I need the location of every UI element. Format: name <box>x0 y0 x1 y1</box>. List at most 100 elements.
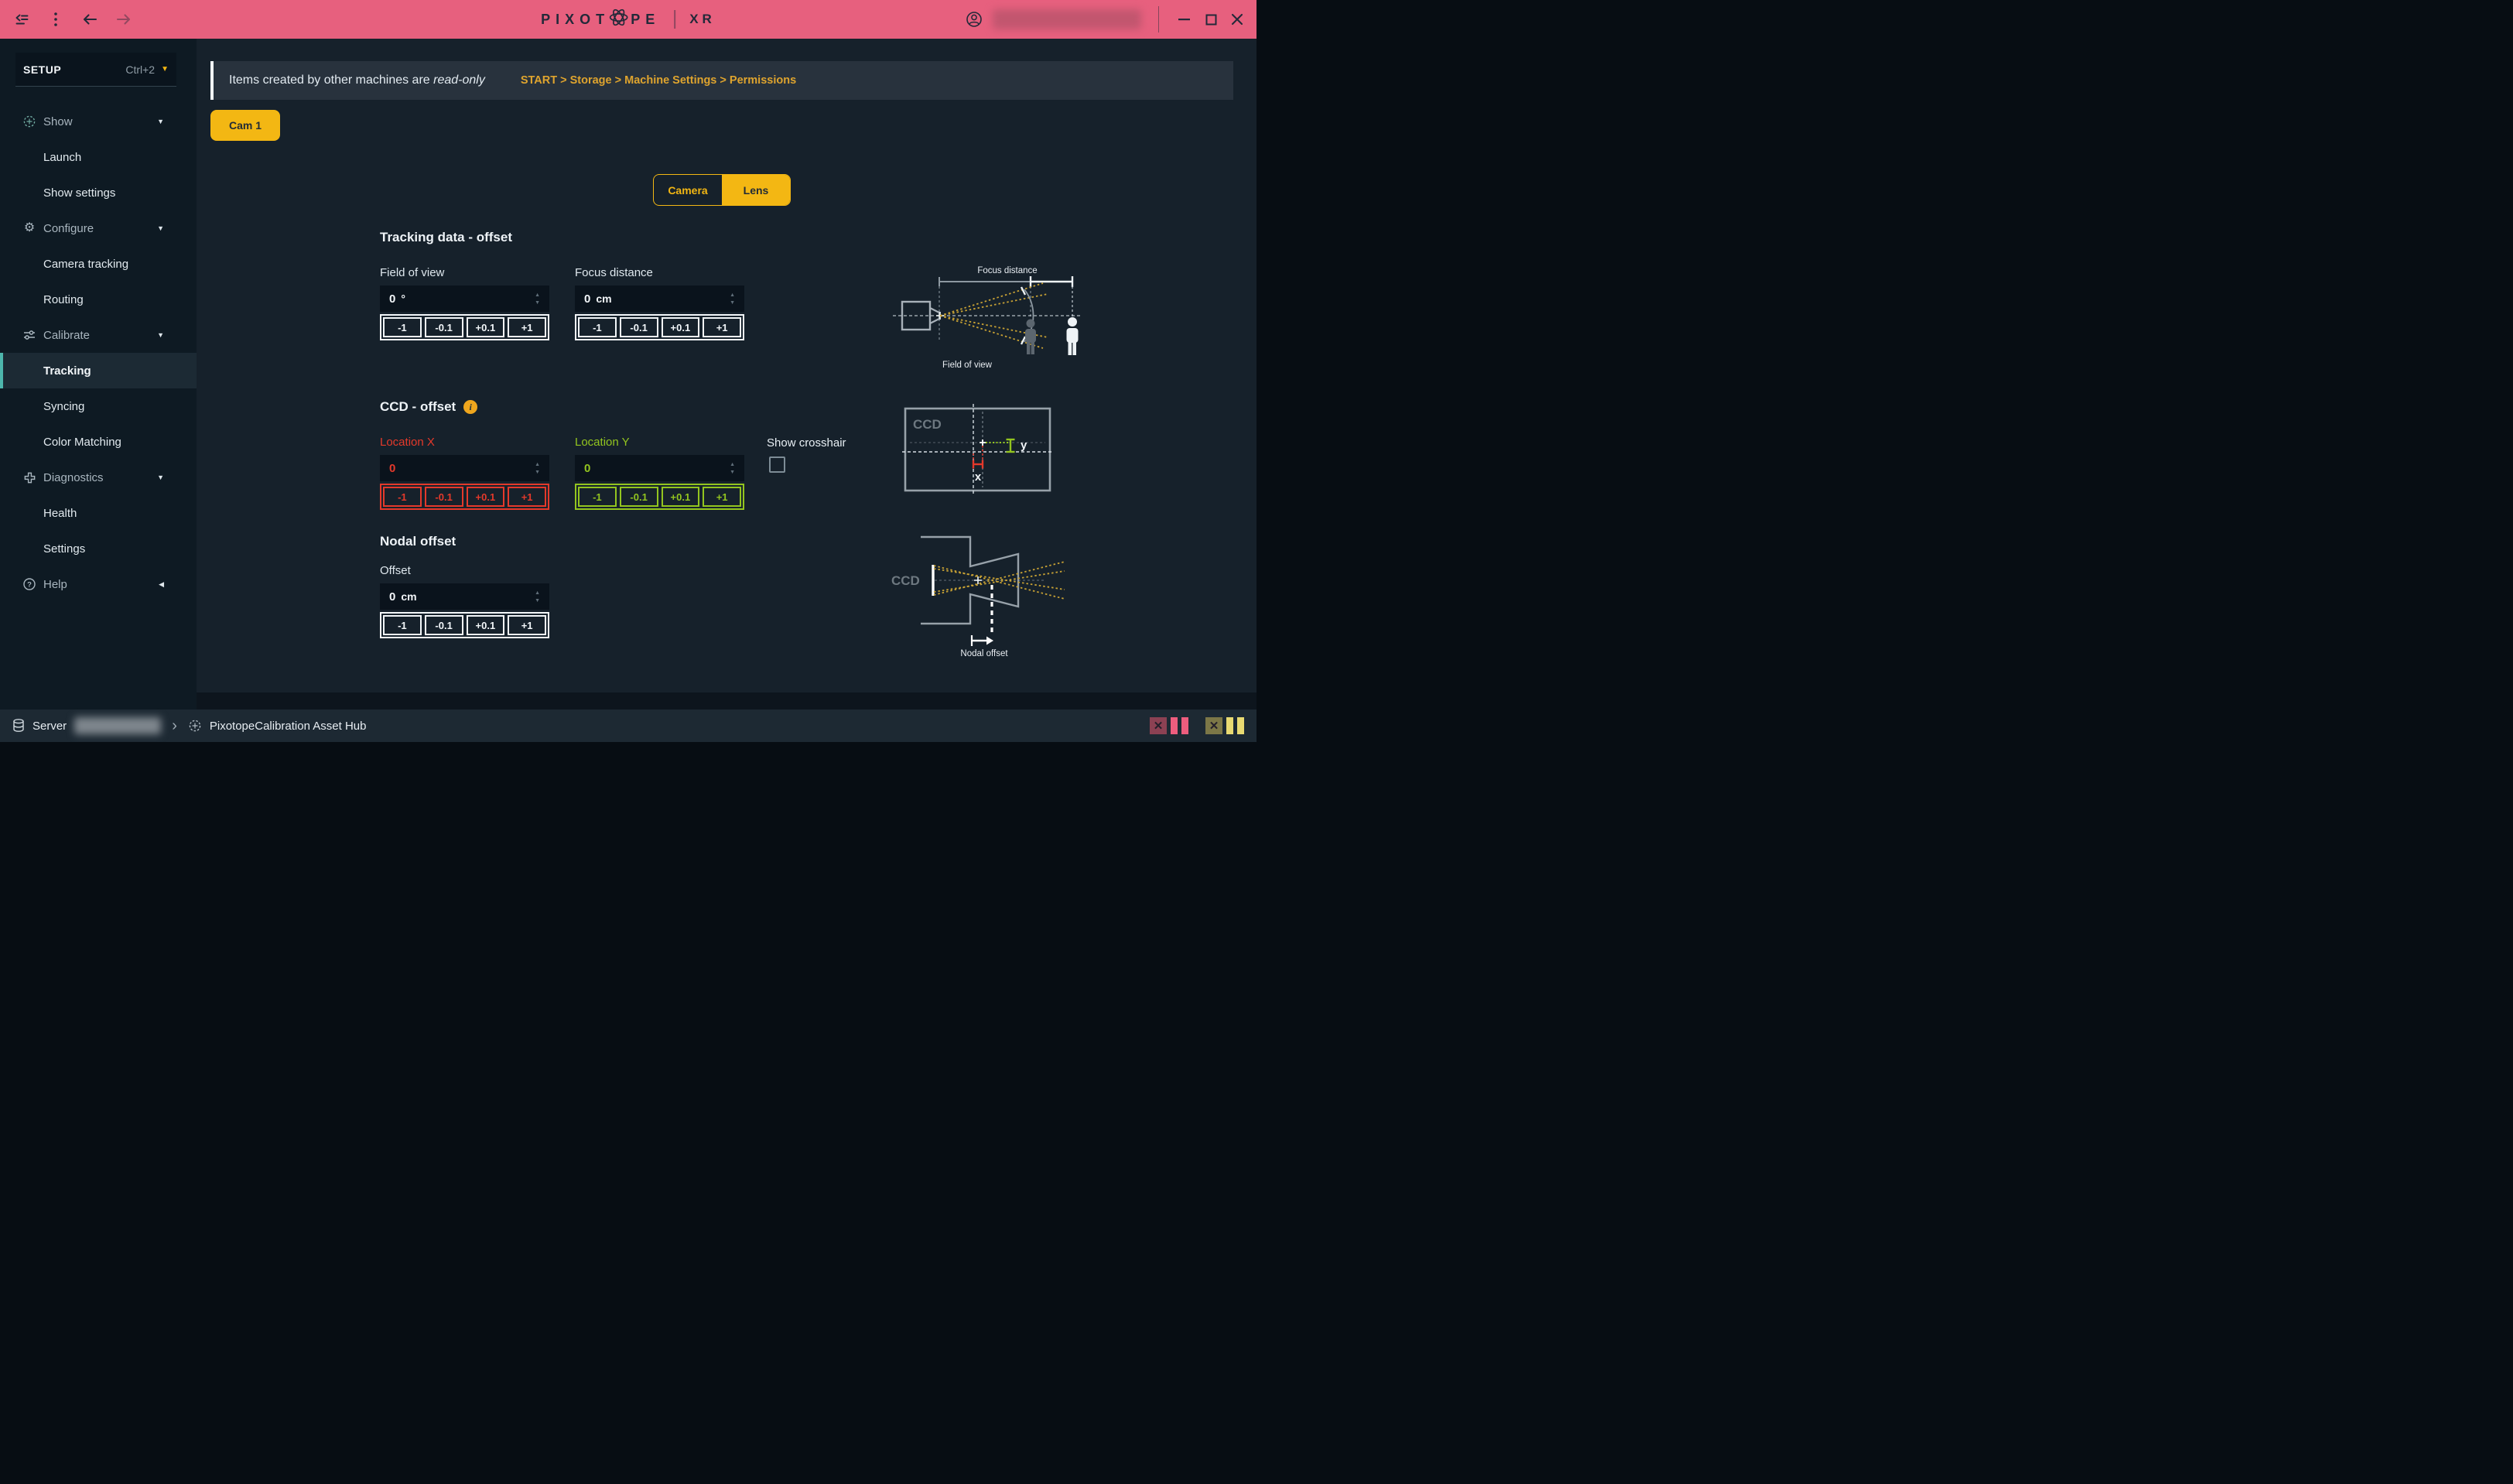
plus-0_1-button[interactable]: +0.1 <box>662 317 700 337</box>
field-label: Offset <box>380 564 549 577</box>
pause-bar-pink[interactable] <box>1181 717 1188 734</box>
close-button[interactable] <box>1229 11 1246 28</box>
nodal-offset-input[interactable]: 0 cm ▲▼ <box>380 583 549 610</box>
sidebar-item-diagnostics[interactable]: Diagnostics ▼ <box>0 460 197 495</box>
minimize-button[interactable] <box>1176 11 1193 28</box>
sidebar-item-label: Configure <box>43 222 94 235</box>
plus-1-button[interactable]: +1 <box>508 317 546 337</box>
forward-icon[interactable] <box>115 10 133 29</box>
user-account-icon[interactable] <box>965 10 983 29</box>
asset-hub-icon <box>188 719 202 733</box>
asset-hub-label[interactable]: PixotopeCalibration Asset Hub <box>210 720 367 733</box>
pause-bar-yellow[interactable] <box>1226 717 1233 734</box>
spinner-arrows[interactable]: ▲▼ <box>535 462 540 475</box>
plus-1-button[interactable]: +1 <box>508 487 546 507</box>
toggle-lens[interactable]: Lens <box>722 175 790 205</box>
plus-0_1-button[interactable]: +0.1 <box>467 487 505 507</box>
sidebar-item-show[interactable]: Show ▼ <box>0 104 197 139</box>
minus-1-button[interactable]: -1 <box>578 487 617 507</box>
spinner-arrows[interactable]: ▲▼ <box>535 590 540 604</box>
input-value: 0 <box>389 292 395 306</box>
chevron-down-icon: ▼ <box>157 118 164 125</box>
minus-0_1-button[interactable]: -0.1 <box>425 487 463 507</box>
mode-selector[interactable]: SETUP Ctrl+2 ▼ <box>15 53 176 87</box>
fov-diagram: Focus distance <box>891 263 1083 371</box>
logo-text-right: PE <box>631 12 660 28</box>
server-label: Server <box>32 720 67 733</box>
pause-bar-yellow[interactable] <box>1237 717 1244 734</box>
chevron-left-icon: ◀ <box>159 580 164 589</box>
ccd-label: CCD <box>913 417 942 432</box>
spinner-arrows[interactable]: ▲▼ <box>730 292 735 306</box>
sidebar-item-label: Routing <box>43 293 84 306</box>
sidebar-item-settings[interactable]: Settings <box>0 531 197 566</box>
plus-1-button[interactable]: +1 <box>703 317 741 337</box>
y-measure <box>1007 439 1015 452</box>
collapse-sidebar-icon[interactable] <box>12 10 31 29</box>
sidebar-item-label: Calibrate <box>43 329 90 342</box>
ccd-label: CCD <box>891 573 920 588</box>
pixotope-atom-icon <box>608 7 629 32</box>
stepper-row: -1 -0.1 +0.1 +1 <box>575 314 744 340</box>
info-icon[interactable]: i <box>463 400 477 414</box>
sidebar-item-tracking[interactable]: Tracking <box>0 353 197 388</box>
focus-distance-input[interactable]: 0 cm ▲▼ <box>575 286 744 312</box>
sidebar-item-camera-tracking[interactable]: Camera tracking <box>0 246 197 282</box>
stop-icon-yellow[interactable]: ✕ <box>1205 717 1222 734</box>
titlebar-divider <box>1158 6 1159 32</box>
spinner-arrows[interactable]: ▲▼ <box>535 292 540 306</box>
minus-1-button[interactable]: -1 <box>383 487 422 507</box>
show-crosshair-checkbox[interactable] <box>769 456 785 473</box>
location-y-input[interactable]: 0 ▲▼ <box>575 455 744 481</box>
user-email-redacted <box>993 9 1141 29</box>
sidebar-item-show-settings[interactable]: Show settings <box>0 175 197 210</box>
sidebar: SETUP Ctrl+2 ▼ Show ▼ Launch Show settin… <box>0 39 197 710</box>
minus-0_1-button[interactable]: -0.1 <box>620 317 658 337</box>
field-of-view-input[interactable]: 0 ° ▲▼ <box>380 286 549 312</box>
camera-lens-toggle: Camera Lens <box>653 174 791 206</box>
help-icon: ? <box>22 577 37 591</box>
sidebar-item-health[interactable]: Health <box>0 495 197 531</box>
sidebar-item-label: Color Matching <box>43 436 121 449</box>
back-icon[interactable] <box>80 10 99 29</box>
plus-1-button[interactable]: +1 <box>703 487 741 507</box>
focus-distance-group: Focus distance 0 cm ▲▼ -1 -0.1 +0.1 +1 <box>575 266 744 340</box>
cam1-tab[interactable]: Cam 1 <box>210 110 280 141</box>
focus-distance-label: Focus distance <box>977 266 1037 275</box>
minus-1-button[interactable]: -1 <box>383 615 422 635</box>
minus-0_1-button[interactable]: -0.1 <box>620 487 658 507</box>
sidebar-item-configure[interactable]: ⚙ Configure ▼ <box>0 210 197 246</box>
server-name-redacted <box>74 717 161 734</box>
spinner-arrows[interactable]: ▲▼ <box>730 462 735 475</box>
minus-1-button[interactable]: -1 <box>578 317 617 337</box>
health-cross-icon <box>22 471 37 484</box>
plus-1-button[interactable]: +1 <box>508 615 546 635</box>
stop-icon-pink[interactable]: ✕ <box>1150 717 1167 734</box>
main-content: Items created by other machines are read… <box>197 39 1256 710</box>
minus-0_1-button[interactable]: -0.1 <box>425 317 463 337</box>
location-x-input[interactable]: 0 ▲▼ <box>380 455 549 481</box>
input-value: 0 <box>389 590 395 604</box>
sidebar-item-routing[interactable]: Routing <box>0 282 197 317</box>
minus-0_1-button[interactable]: -0.1 <box>425 615 463 635</box>
input-value: 0 <box>584 292 590 306</box>
toggle-camera[interactable]: Camera <box>654 175 722 205</box>
sidebar-item-syncing[interactable]: Syncing <box>0 388 197 424</box>
chevron-right-icon: › <box>172 717 177 735</box>
breadcrumb[interactable]: START > Storage > Machine Settings > Per… <box>521 74 796 87</box>
sidebar-item-color-matching[interactable]: Color Matching <box>0 424 197 460</box>
sidebar-item-label: Help <box>43 578 67 591</box>
sidebar-item-launch[interactable]: Launch <box>0 139 197 175</box>
stepper-row: -1 -0.1 +0.1 +1 <box>380 612 549 638</box>
sidebar-item-calibrate[interactable]: Calibrate ▼ <box>0 317 197 353</box>
plus-0_1-button[interactable]: +0.1 <box>467 317 505 337</box>
chevron-down-icon: ▼ <box>161 65 169 74</box>
logo-text-left: PIXOT <box>541 12 610 28</box>
plus-0_1-button[interactable]: +0.1 <box>467 615 505 635</box>
minus-1-button[interactable]: -1 <box>383 317 422 337</box>
pause-bar-pink[interactable] <box>1171 717 1178 734</box>
maximize-button[interactable] <box>1202 11 1219 28</box>
sidebar-item-help[interactable]: ? Help ◀ <box>0 566 197 602</box>
plus-0_1-button[interactable]: +0.1 <box>662 487 700 507</box>
kebab-menu-icon[interactable] <box>46 10 65 29</box>
